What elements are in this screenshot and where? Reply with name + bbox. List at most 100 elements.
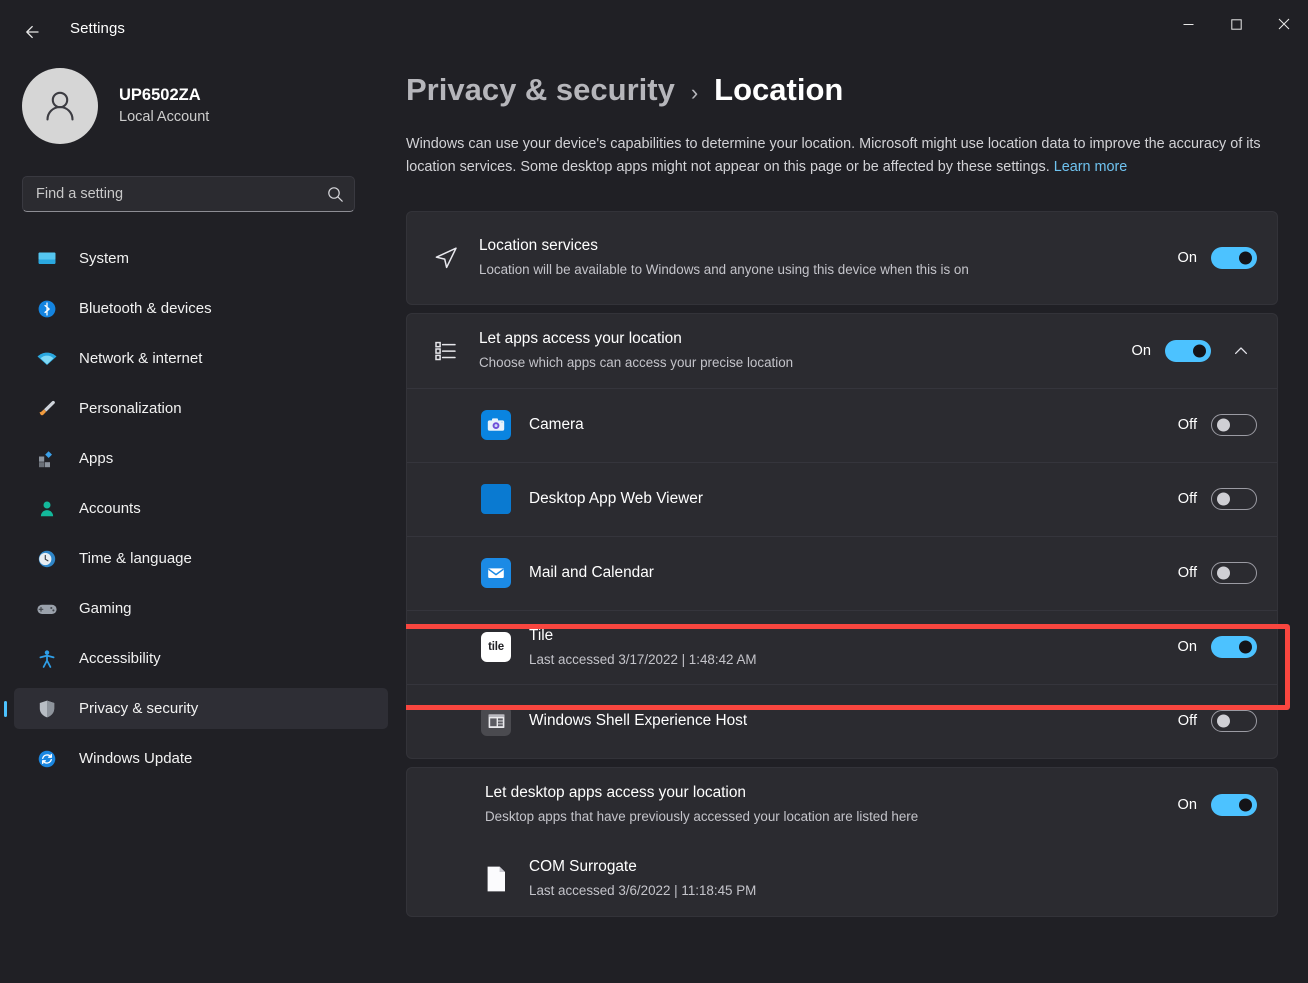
sidebar-item-privacy-security[interactable]: Privacy & security	[14, 688, 388, 729]
sidebar-item-windows-update[interactable]: Windows Update	[14, 738, 388, 779]
app-control-windows-shell-experience-host: Off	[1175, 710, 1257, 733]
account-name: UP6502ZA	[119, 86, 201, 105]
location-services-toggle-state: On	[1177, 249, 1197, 266]
page-description: Windows can use your device's capabiliti…	[406, 133, 1268, 180]
app-row-windows-shell-experience-host[interactable]: Windows Shell Experience Host Off	[407, 683, 1277, 758]
clock-globe-icon	[36, 548, 58, 570]
sidebar-item-label: Bluetooth & devices	[79, 300, 212, 317]
maximize-icon	[1230, 18, 1242, 30]
sidebar-item-accessibility[interactable]: Accessibility	[14, 638, 388, 679]
sidebar-item-label: Apps	[79, 450, 114, 467]
app-toggle-state: Off	[1177, 491, 1197, 508]
apps-access-title: Let apps access your location	[479, 330, 682, 348]
apps-access-toggle[interactable]	[1165, 339, 1211, 362]
app-toggle-state: Off	[1177, 565, 1197, 582]
location-services-row[interactable]: Location services Location will be avail…	[407, 212, 1277, 304]
app-row-tile[interactable]: tile Tile Last accessed 3/17/2022 | 1:48…	[407, 609, 1277, 684]
body-split: UP6502ZA Local Account Find a setting Sy…	[0, 64, 1308, 983]
app-row-camera[interactable]: Camera Off	[407, 387, 1277, 462]
learn-more-link[interactable]: Learn more	[1054, 159, 1128, 175]
search-input[interactable]	[36, 186, 327, 202]
back-button[interactable]	[11, 12, 51, 52]
sidebar-item-label: Time & language	[79, 550, 192, 567]
sidebar-item-network-internet[interactable]: Network & internet	[14, 338, 388, 379]
location-services-subtitle: Location will be available to Windows an…	[479, 262, 969, 278]
location-services-card: Location services Location will be avail…	[406, 210, 1278, 305]
app-toggle-desktop-app-web-viewer[interactable]	[1211, 488, 1257, 511]
minimize-button[interactable]	[1164, 0, 1212, 48]
mail-app-icon	[479, 558, 513, 589]
apps-access-header-row[interactable]: Let apps access your location Choose whi…	[407, 314, 1277, 388]
location-services-toggle[interactable]	[1211, 246, 1257, 269]
refresh-circle-icon	[36, 748, 58, 770]
account-type: Local Account	[119, 109, 210, 126]
apps-grid-icon	[36, 448, 58, 470]
sidebar-item-label: Network & internet	[79, 350, 203, 367]
app-row-desktop-app-web-viewer[interactable]: Desktop App Web Viewer Off	[407, 461, 1277, 536]
sidebar-item-gaming[interactable]: Gaming	[14, 588, 388, 629]
apps-access-expand-button[interactable]	[1225, 335, 1257, 367]
desktop-access-toggle-state: On	[1177, 796, 1197, 813]
monitor-icon	[36, 248, 58, 270]
apps-access-text: Let apps access your location Choose whi…	[479, 329, 1115, 372]
list-settings-icon	[429, 339, 463, 363]
app-toggle-tile[interactable]	[1211, 636, 1257, 659]
sidebar-item-label: Personalization	[79, 400, 182, 417]
desktop-access-header-row[interactable]: Let desktop apps access your location De…	[407, 768, 1277, 842]
bluetooth-icon	[36, 298, 58, 320]
account-text: UP6502ZA Local Account	[119, 85, 209, 127]
app-name: Desktop App Web Viewer	[529, 490, 703, 508]
app-name: COM Surrogate	[529, 858, 637, 876]
desktop-app-text-com-surrogate: COM Surrogate Last accessed 3/6/2022 | 1…	[529, 857, 1257, 900]
sidebar-item-label: Accounts	[79, 500, 141, 517]
gamepad-icon	[36, 598, 58, 620]
window-controls	[1164, 0, 1308, 48]
sidebar: UP6502ZA Local Account Find a setting Sy…	[0, 64, 406, 983]
app-last-accessed: Last accessed 3/17/2022 | 1:48:42 AM	[529, 651, 757, 667]
desktop-access-toggle[interactable]	[1211, 793, 1257, 816]
sidebar-item-bluetooth-devices[interactable]: Bluetooth & devices	[14, 288, 388, 329]
sidebar-item-label: Gaming	[79, 600, 132, 617]
desktop-access-subtitle: Desktop apps that have previously access…	[485, 809, 919, 825]
wifi-icon	[36, 348, 58, 370]
app-toggle-mail-and-calendar[interactable]	[1211, 562, 1257, 585]
sidebar-nav: System Bluetooth & devices Network & int…	[0, 238, 406, 779]
close-icon	[1278, 18, 1290, 30]
desktop-app-row-com-surrogate[interactable]: COM Surrogate Last accessed 3/6/2022 | 1…	[407, 842, 1277, 916]
sidebar-item-label: Accessibility	[79, 650, 161, 667]
app-toggle-camera[interactable]	[1211, 414, 1257, 437]
sidebar-item-personalization[interactable]: Personalization	[14, 388, 388, 429]
sidebar-item-system[interactable]: System	[14, 238, 388, 279]
app-text-windows-shell-experience-host: Windows Shell Experience Host	[529, 711, 1161, 732]
shell-host-app-icon	[479, 706, 513, 737]
close-button[interactable]	[1260, 0, 1308, 48]
sidebar-item-apps[interactable]: Apps	[14, 438, 388, 479]
apps-access-card: Let apps access your location Choose whi…	[406, 312, 1278, 759]
desktop-access-control: On	[1175, 793, 1257, 816]
desktop-access-title: Let desktop apps access your location	[485, 784, 746, 802]
app-control-tile: On	[1175, 636, 1257, 659]
app-text-desktop-app-web-viewer: Desktop App Web Viewer	[529, 489, 1161, 510]
app-text-tile: Tile Last accessed 3/17/2022 | 1:48:42 A…	[529, 626, 1161, 669]
app-toggle-state: Off	[1177, 713, 1197, 730]
breadcrumb: Privacy & security › Location	[406, 72, 1278, 108]
app-toggle-windows-shell-experience-host[interactable]	[1211, 710, 1257, 733]
account-block[interactable]: UP6502ZA Local Account	[22, 68, 406, 144]
app-row-mail-and-calendar[interactable]: Mail and Calendar Off	[407, 535, 1277, 610]
search-icon	[328, 186, 343, 202]
desktop-access-text: Let desktop apps access your location De…	[485, 783, 1161, 826]
breadcrumb-parent[interactable]: Privacy & security	[406, 72, 675, 108]
person-icon	[36, 498, 58, 520]
desktop-access-card: Let desktop apps access your location De…	[406, 766, 1278, 917]
search-box[interactable]	[22, 176, 355, 212]
maximize-button[interactable]	[1212, 0, 1260, 48]
page-description-text: Windows can use your device's capabiliti…	[406, 136, 1261, 176]
camera-app-icon	[479, 410, 513, 441]
sidebar-item-time-language[interactable]: Time & language	[14, 538, 388, 579]
sidebar-item-accounts[interactable]: Accounts	[14, 488, 388, 529]
main-content: Privacy & security › Location Windows ca…	[406, 64, 1308, 983]
breadcrumb-separator-icon: ›	[690, 80, 699, 105]
app-name: Tile	[529, 626, 554, 644]
accessibility-person-icon	[36, 648, 58, 670]
location-services-text: Location services Location will be avail…	[479, 236, 1161, 279]
